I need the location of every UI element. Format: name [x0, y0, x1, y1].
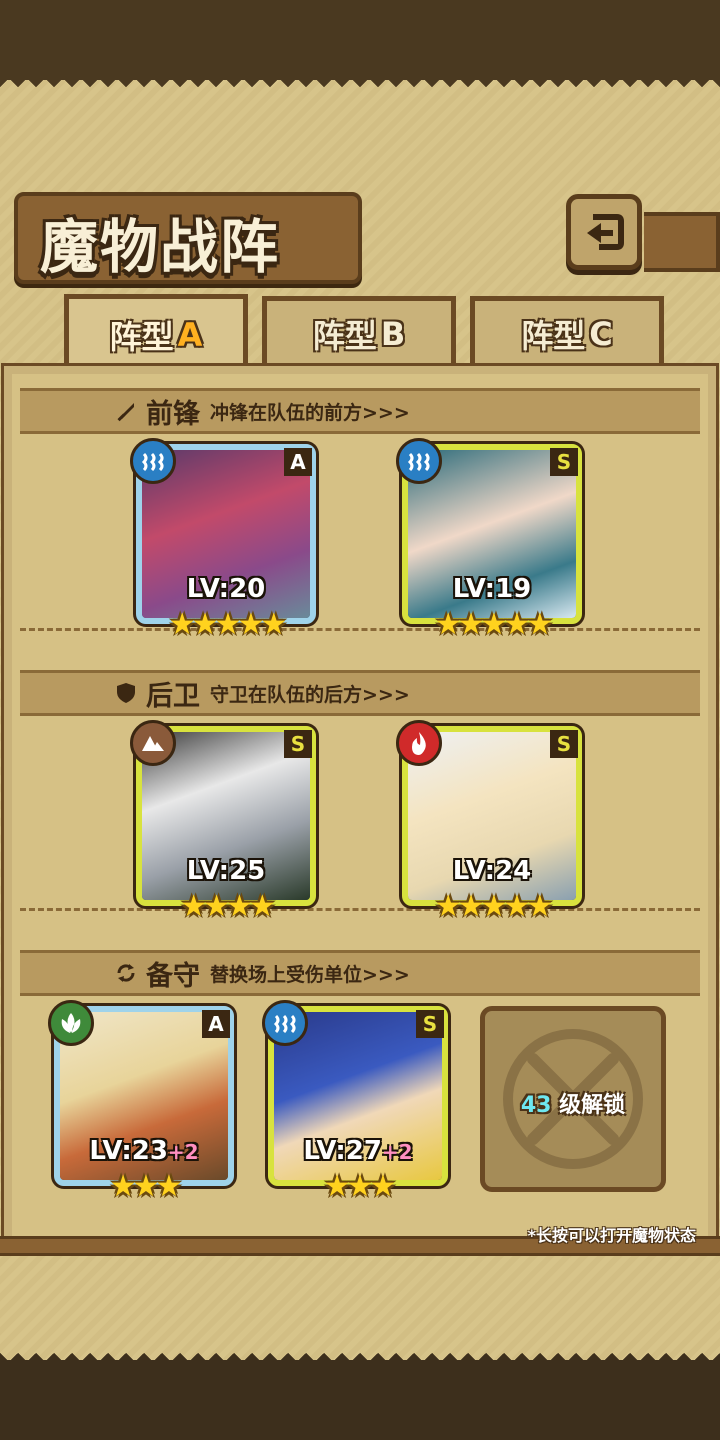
section-desc: 替换场上受伤单位>>> [210, 963, 410, 986]
wind-element-icon [48, 1000, 94, 1046]
section-desc: 冲锋在队伍的前方>>> [210, 401, 410, 424]
rank-badge: S [550, 448, 578, 476]
monster-level: LV:19 [452, 574, 532, 604]
monster-card-back-1[interactable]: S LV:25 ★★★★ [130, 720, 316, 922]
tab-formation-a[interactable]: 阵型 A [64, 294, 248, 370]
divider [20, 628, 700, 631]
torn-edge-top [0, 78, 720, 96]
sword-icon [112, 397, 140, 425]
monster-level: LV:25 [186, 856, 266, 886]
bottom-background [0, 1360, 720, 1440]
monster-card-reserve-1[interactable]: A LV:23+2 ★★★ [48, 1000, 234, 1202]
unlock-level-text: 43 级解锁 [520, 1093, 626, 1118]
monster-card-back-2[interactable]: S LV:24 ★★★★★ [396, 720, 582, 922]
rank-badge: A [202, 1010, 230, 1038]
star-rating: ★★★★★ [434, 607, 554, 642]
monster-card-front-1[interactable]: A LV:20 ★★★★★ [130, 438, 316, 640]
section-back: 后卫 守卫在队伍的后方>>> [20, 670, 700, 716]
rank-badge: S [550, 730, 578, 758]
locked-reserve-slot[interactable]: 43 级解锁 [480, 1006, 666, 1192]
swap-icon [112, 959, 140, 987]
rank-badge: A [284, 448, 312, 476]
star-rating: ★★★★★ [434, 889, 554, 924]
section-label: 后卫 [146, 680, 200, 712]
fire-element-icon [396, 720, 442, 766]
back-button[interactable] [566, 194, 642, 270]
monster-card-front-2[interactable]: S LV:19 ★★★★★ [396, 438, 582, 640]
star-rating: ★★★★★ [168, 607, 288, 642]
earth-element-icon [130, 720, 176, 766]
shield-icon [112, 679, 140, 707]
section-label: 备守 [146, 960, 200, 992]
torn-edge-bottom [0, 1344, 720, 1362]
star-rating: ★★★★ [180, 889, 276, 924]
water-element-icon [130, 438, 176, 484]
section-front: 前锋 冲锋在队伍的前方>>> [20, 388, 700, 434]
monster-level: LV:20 [186, 574, 266, 604]
page-title: 魔物战阵 [40, 213, 281, 281]
tab-label: 阵型 [109, 317, 174, 356]
back-arrow-icon [587, 214, 624, 250]
rank-badge: S [284, 730, 312, 758]
tab-letter: C [589, 314, 613, 353]
monster-level: LV:24 [452, 856, 532, 886]
divider [20, 908, 700, 911]
monster-level: LV:23+2 [89, 1136, 199, 1166]
star-rating: ★★★ [109, 1169, 183, 1204]
monster-card-reserve-2[interactable]: S LV:27+2 ★★★ [262, 1000, 448, 1202]
rank-badge: S [416, 1010, 444, 1038]
long-press-hint: *长按可以打开魔物状态 [527, 1226, 696, 1245]
tab-formation-b[interactable]: 阵型 B [262, 296, 456, 366]
water-element-icon [262, 1000, 308, 1046]
section-reserve: 备守 替换场上受伤单位>>> [20, 950, 700, 996]
star-rating: ★★★ [323, 1169, 397, 1204]
tab-formation-c[interactable]: 阵型 C [470, 296, 664, 366]
back-button-bar [644, 212, 720, 272]
top-background [0, 0, 720, 80]
section-label: 前锋 [146, 398, 200, 430]
tab-label: 阵型 [312, 316, 377, 355]
tab-letter: A [177, 315, 203, 354]
water-element-icon [396, 438, 442, 484]
tab-letter: B [380, 314, 406, 353]
tab-label: 阵型 [521, 316, 586, 355]
section-desc: 守卫在队伍的后方>>> [210, 683, 410, 706]
monster-level: LV:27+2 [303, 1136, 413, 1166]
